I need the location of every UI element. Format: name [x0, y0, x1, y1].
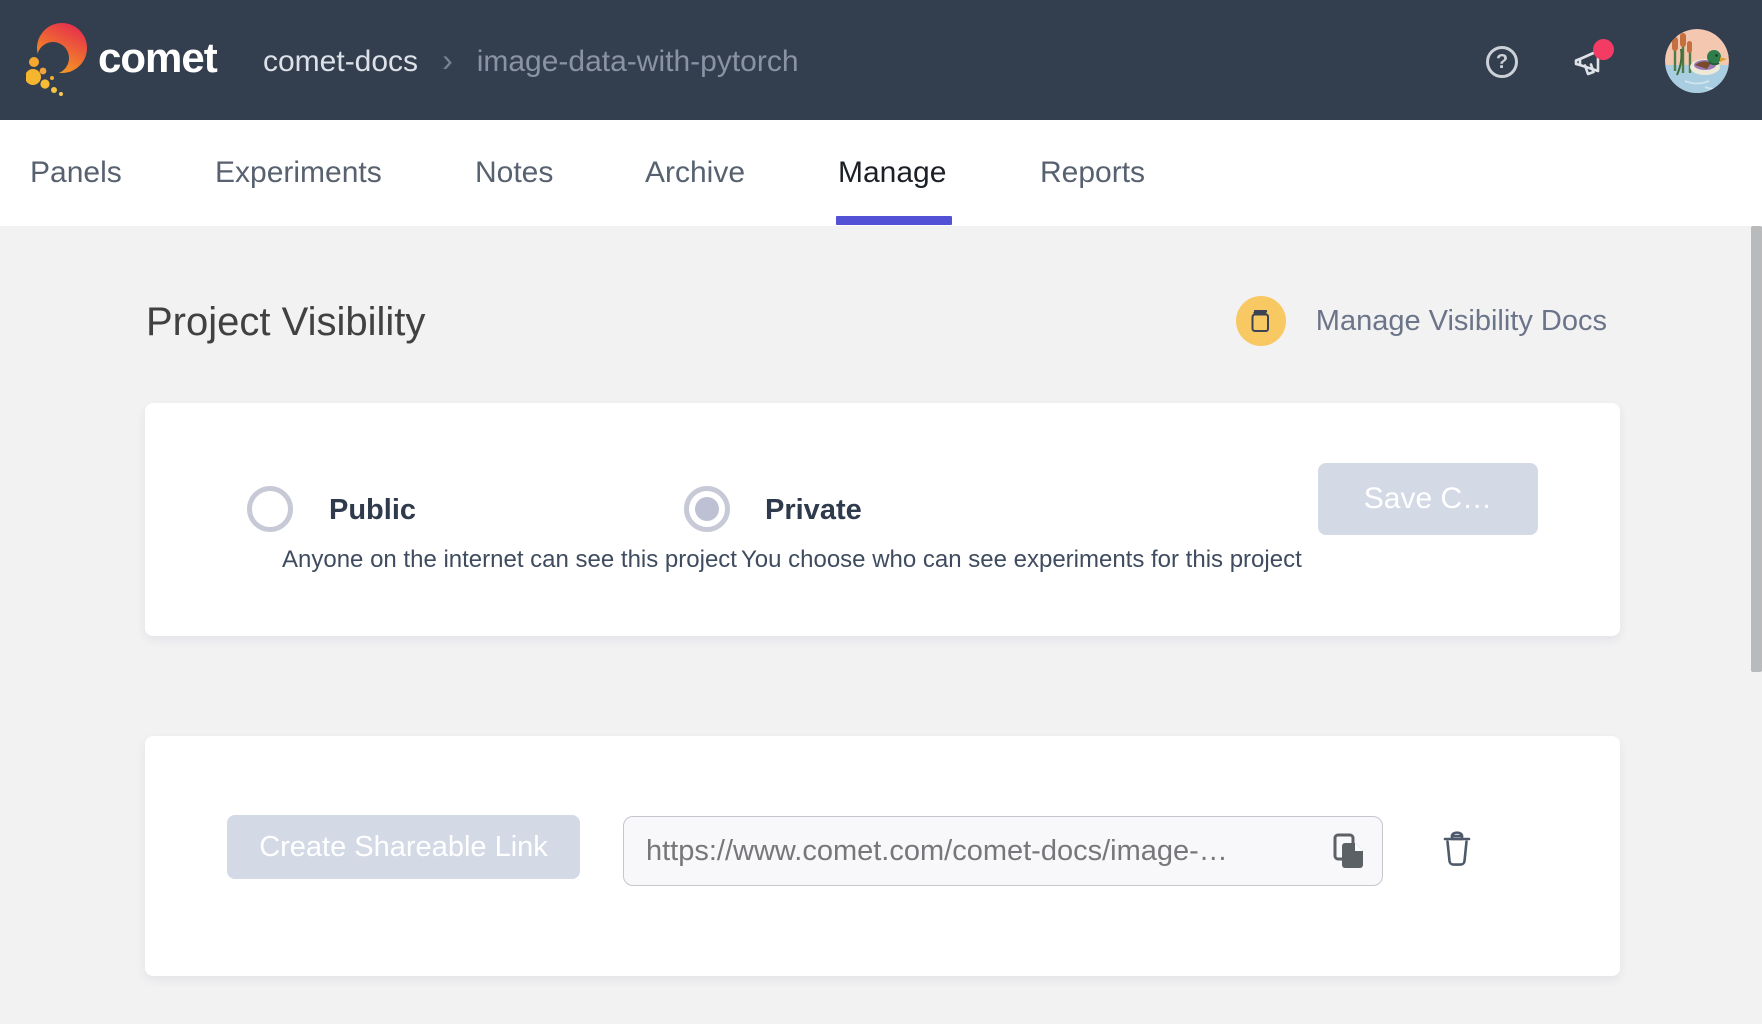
save-changes-button[interactable]: Save C…	[1318, 463, 1538, 535]
active-tab-underline	[836, 216, 952, 225]
tab-label: Manage	[838, 156, 946, 190]
book-icon	[1247, 308, 1274, 335]
tab-label: Archive	[645, 156, 745, 190]
tab-archive[interactable]: Archive	[645, 120, 745, 226]
breadcrumb-workspace[interactable]: comet-docs	[263, 43, 418, 81]
notification-dot	[1593, 39, 1614, 60]
manage-visibility-docs-link[interactable]: Manage Visibility Docs	[1236, 296, 1607, 346]
tab-label: Reports	[1040, 156, 1145, 190]
help-glyph: ?	[1496, 51, 1508, 74]
radio-private[interactable]	[684, 486, 730, 532]
docs-link-label: Manage Visibility Docs	[1316, 303, 1607, 339]
shareable-link-value: https://www.comet.com/comet-docs/image-…	[646, 835, 1322, 868]
tab-notes[interactable]: Notes	[475, 120, 553, 226]
trash-icon	[1440, 828, 1474, 868]
tab-label: Panels	[30, 156, 122, 190]
docs-badge	[1236, 296, 1286, 346]
shareable-link-card: Create Shareable Link https://www.comet.…	[145, 736, 1620, 976]
breadcrumb: comet-docs › image-data-with-pytorch	[263, 43, 799, 81]
create-shareable-link-button[interactable]: Create Shareable Link	[227, 815, 580, 879]
announcements-button[interactable]	[1571, 44, 1611, 82]
radio-private-label[interactable]: Private	[765, 492, 862, 528]
private-description: You choose who can see experiments for t…	[741, 545, 1302, 575]
breadcrumb-project[interactable]: image-data-with-pytorch	[477, 43, 799, 81]
tab-label: Experiments	[215, 156, 382, 190]
duck-avatar-image	[1665, 29, 1729, 93]
radio-selected-dot	[695, 497, 719, 521]
visibility-descriptions: Anyone on the internet can see this proj…	[282, 545, 1302, 575]
comet-logo-icon[interactable]	[26, 20, 90, 98]
vertical-scrollbar-thumb[interactable]	[1751, 226, 1762, 672]
help-icon[interactable]: ?	[1486, 46, 1518, 78]
radio-public[interactable]	[247, 486, 293, 532]
tab-label: Notes	[475, 156, 553, 190]
tab-experiments[interactable]: Experiments	[215, 120, 382, 226]
user-avatar[interactable]	[1665, 29, 1729, 93]
page-title: Project Visibility	[146, 298, 425, 346]
tab-manage[interactable]: Manage	[838, 120, 946, 226]
tab-reports[interactable]: Reports	[1040, 120, 1145, 226]
top-header-bar: comet comet-docs › image-data-with-pytor…	[0, 0, 1762, 120]
comet-app-window: comet comet-docs › image-data-with-pytor…	[0, 0, 1762, 1024]
shareable-link-input[interactable]: https://www.comet.com/comet-docs/image-…	[623, 816, 1383, 886]
manage-tab-content: Project Visibility Manage Visibility Doc…	[0, 226, 1762, 1024]
breadcrumb-chevron-icon: ›	[442, 41, 453, 79]
project-tab-bar: Panels Experiments Notes Archive Manage …	[0, 120, 1762, 226]
radio-public-label[interactable]: Public	[329, 492, 416, 528]
copy-icon[interactable]	[1332, 832, 1366, 870]
public-description: Anyone on the internet can see this proj…	[282, 545, 737, 575]
tab-panels[interactable]: Panels	[30, 120, 122, 226]
comet-logo-wordmark[interactable]: comet	[98, 33, 217, 83]
delete-link-button[interactable]	[1435, 826, 1479, 870]
project-visibility-card: Public Private Anyone on the internet ca…	[145, 403, 1620, 636]
